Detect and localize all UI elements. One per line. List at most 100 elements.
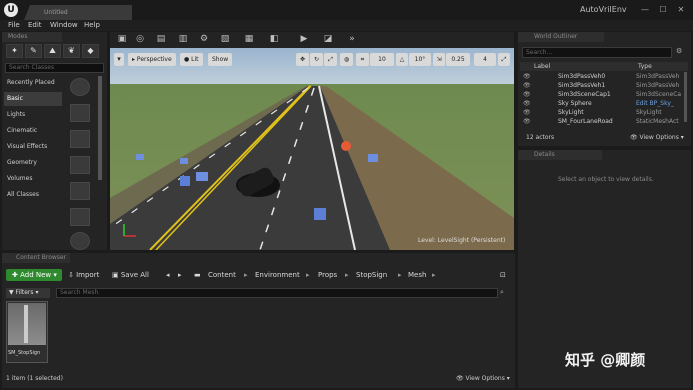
modes-scrollbar[interactable]	[98, 76, 102, 180]
forward-icon[interactable]: ▸	[178, 269, 182, 281]
outliner-view-options[interactable]: 👁 View Options ▾	[630, 134, 684, 141]
more-icon[interactable]: »	[346, 34, 358, 45]
visibility-icon[interactable]: 👁	[523, 99, 531, 108]
plane-thumb-icon[interactable]	[70, 156, 90, 174]
paint-mode-icon[interactable]: ✎	[25, 44, 42, 58]
category-geometry[interactable]: Geometry	[4, 156, 62, 170]
maximize-viewport-icon[interactable]: ⤢	[498, 53, 510, 66]
lit-button[interactable]: ● Lit	[180, 53, 203, 66]
category-basic[interactable]: Basic	[4, 92, 62, 106]
visibility-icon[interactable]: 👁	[523, 72, 531, 81]
breadcrumb-separator: ▸	[432, 271, 436, 279]
rotation-snap-icon[interactable]: △	[396, 53, 408, 66]
world-icon[interactable]: ◍	[340, 53, 353, 66]
filters-button[interactable]: ▼ Filters ▾	[6, 288, 50, 298]
breadcrumb-stopsign[interactable]: StopSign	[356, 269, 387, 281]
outliner-row[interactable]: 👁 SM_FourLaneRoad StaticMeshAct	[520, 117, 688, 126]
import-button[interactable]: ⇩ Import	[68, 269, 99, 281]
modes-search-input[interactable]: Search Classes	[5, 63, 104, 73]
category-volumes[interactable]: Volumes	[4, 172, 62, 186]
folder-icon[interactable]: ▬	[194, 269, 201, 281]
visibility-icon[interactable]: 👁	[523, 117, 531, 126]
translate-icon[interactable]: ✥	[296, 53, 309, 66]
category-all-classes[interactable]: All Classes	[4, 188, 62, 202]
sphere-thumb-icon[interactable]	[70, 78, 90, 96]
outliner-row[interactable]: 👁 Sim3dPassVeh1 Sim3dPassVeh	[520, 81, 688, 90]
save-icon[interactable]: ▣	[116, 34, 128, 45]
lock-icon[interactable]: ⊡	[500, 269, 506, 281]
menu-edit[interactable]: Edit	[28, 21, 42, 29]
foliage-mode-icon[interactable]: ❦	[63, 44, 80, 58]
scale-snap-icon[interactable]: ⇲	[433, 53, 445, 66]
camera-speed-button[interactable]: 4	[474, 53, 496, 66]
landscape-mode-icon[interactable]: ⛰	[44, 44, 61, 58]
scale-icon[interactable]: ⤢	[324, 53, 337, 66]
breadcrumb-props[interactable]: Props	[318, 269, 337, 281]
surface-snap-icon[interactable]: ⌗	[356, 53, 369, 66]
close-button[interactable]: ✕	[673, 4, 689, 16]
outliner-header: Label Type	[520, 62, 688, 71]
outliner-scrollbar[interactable]	[684, 72, 687, 122]
sphere2-thumb-icon[interactable]	[70, 232, 90, 250]
place-mode-icon[interactable]: ✦	[6, 44, 23, 58]
save-all-button[interactable]: ▣ Save All	[112, 269, 149, 281]
cube-thumb-icon[interactable]	[70, 182, 90, 200]
outliner-row[interactable]: 👁 SkyLight SkyLight	[520, 108, 688, 117]
visibility-icon[interactable]: 👁	[523, 90, 531, 99]
world-outliner-tab[interactable]: World Outliner	[518, 32, 604, 42]
content-view-options[interactable]: 👁 View Options ▾	[456, 375, 510, 382]
unreal-logo-icon: U	[4, 3, 18, 17]
play-icon[interactable]: ▶	[298, 34, 310, 45]
settings-icon[interactable]: ⚙	[198, 34, 210, 45]
category-lights[interactable]: Lights	[4, 108, 62, 122]
add-new-button[interactable]: ✚ Add New ▾	[6, 269, 62, 281]
source-control-icon[interactable]: ◎	[134, 34, 146, 45]
perspective-button[interactable]: ▸ Perspective	[128, 53, 176, 66]
visibility-icon[interactable]: 👁	[523, 81, 531, 90]
menu-file[interactable]: File	[8, 21, 20, 29]
show-button[interactable]: Show	[208, 53, 233, 66]
scale-snap-value[interactable]: 0.25	[446, 53, 470, 66]
outliner-row[interactable]: 👁 Sim3dSceneCap1 Sim3dSceneCa	[520, 90, 688, 99]
blueprints-icon[interactable]: ▧	[219, 34, 231, 45]
cone-thumb-icon[interactable]	[70, 130, 90, 148]
content-icon[interactable]: ▤	[155, 34, 167, 45]
breadcrumb-environment[interactable]: Environment	[255, 269, 300, 281]
search-icon[interactable]: ⌕	[500, 288, 504, 297]
viewport-scene	[110, 48, 514, 250]
visibility-icon[interactable]: 👁	[523, 108, 531, 117]
outliner-row[interactable]: 👁 Sim3dPassVeh0 Sim3dPassVeh	[520, 72, 688, 81]
content-browser-tab[interactable]: Content Browser	[2, 253, 70, 263]
menu-help[interactable]: Help	[84, 21, 100, 29]
outliner-settings-icon[interactable]: ⚙	[676, 47, 682, 55]
menu-window[interactable]: Window	[50, 21, 78, 29]
category-visual-effects[interactable]: Visual Effects	[4, 140, 62, 154]
stop-sign-pole-icon	[24, 305, 28, 343]
back-icon[interactable]: ◂	[166, 269, 170, 281]
build-icon[interactable]: ◧	[268, 34, 280, 45]
launch-icon[interactable]: ◪	[322, 34, 334, 45]
details-tab[interactable]: Details	[518, 150, 602, 160]
breadcrumb-content[interactable]: Content	[208, 269, 236, 281]
cylinder-thumb-icon[interactable]	[70, 104, 90, 122]
level-viewport[interactable]	[110, 48, 514, 250]
document-tab[interactable]: Untitled	[24, 5, 132, 20]
minimize-button[interactable]: —	[637, 4, 653, 16]
viewport-options-button[interactable]: ▾	[114, 53, 124, 66]
outliner-search-input[interactable]: Search...	[522, 47, 672, 58]
marketplace-icon[interactable]: ▥	[177, 34, 189, 45]
breadcrumb-mesh[interactable]: Mesh	[408, 269, 426, 281]
grid-snap-value[interactable]: 10	[370, 53, 394, 66]
rotate-icon[interactable]: ↻	[310, 53, 323, 66]
cinematics-icon[interactable]: ▦	[243, 34, 255, 45]
maximize-button[interactable]: ☐	[655, 4, 671, 16]
content-search-input[interactable]: Search Mesh	[56, 288, 498, 298]
geometry-mode-icon[interactable]: ◆	[82, 44, 99, 58]
outliner-row[interactable]: 👁 Sky Sphere Edit BP_Sky_	[520, 99, 688, 108]
category-recently-placed[interactable]: Recently Placed	[4, 76, 62, 90]
rotation-snap-value[interactable]: 10°	[409, 53, 431, 66]
modes-tab[interactable]: Modes	[2, 32, 62, 42]
box-thumb-icon[interactable]	[70, 208, 90, 226]
app-title: AutoVrilEnv	[580, 5, 627, 14]
category-cinematic[interactable]: Cinematic	[4, 124, 62, 138]
